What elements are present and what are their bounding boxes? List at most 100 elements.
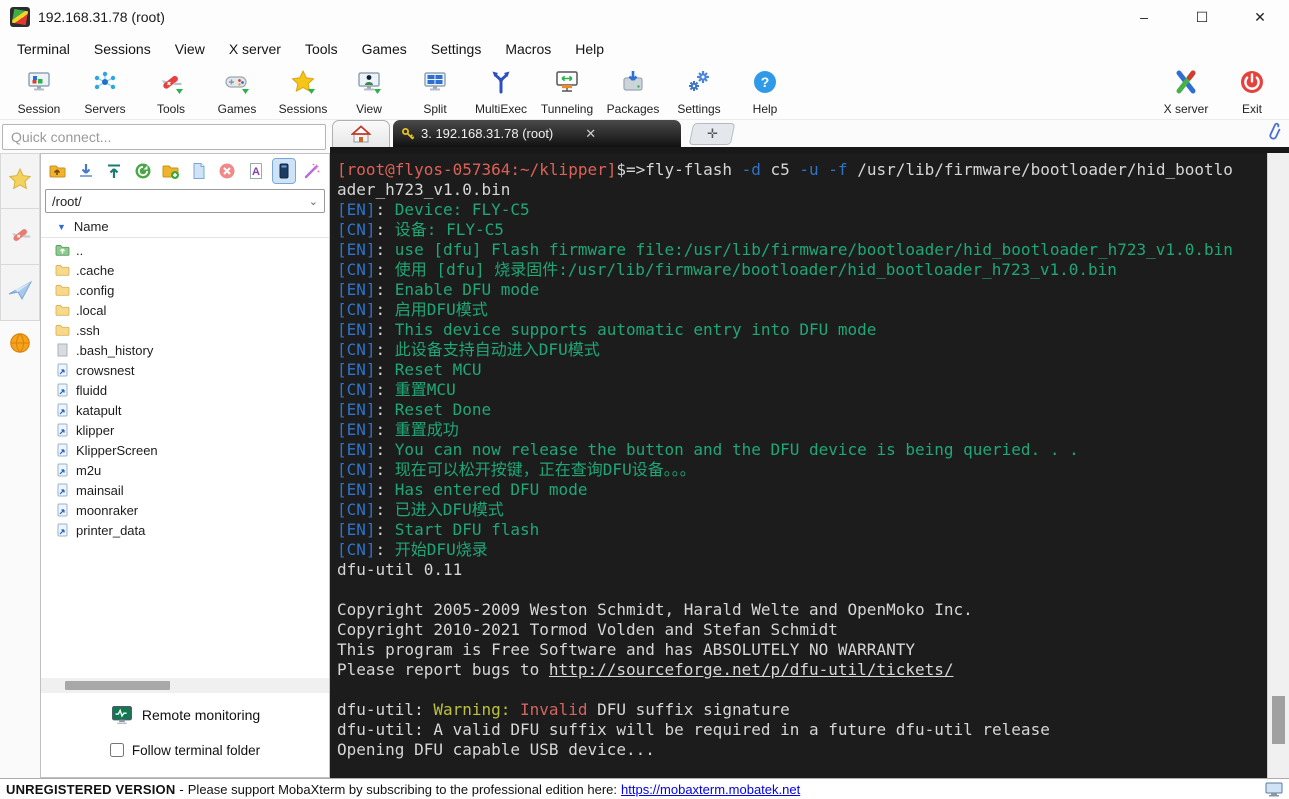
file-row--ssh[interactable]: .ssh <box>41 320 329 340</box>
toolbar-button-tunneling[interactable]: Tunneling <box>534 67 600 116</box>
menu-item-help[interactable]: Help <box>564 37 615 61</box>
toolbar-button-session[interactable]: Session <box>6 67 72 116</box>
new-folder-icon[interactable] <box>160 159 181 183</box>
file-row--bash-history[interactable]: .bash_history <box>41 340 329 360</box>
active-session-tab[interactable]: 3. 192.168.31.78 (root) ✕ <box>393 120 681 147</box>
tunneling-icon <box>554 69 580 100</box>
terminal-line: [EN]: This device supports automatic ent… <box>337 320 1267 340</box>
menu-item-games[interactable]: Games <box>351 37 418 61</box>
toolbar-button-exit[interactable]: Exit <box>1219 67 1285 116</box>
menu-item-terminal[interactable]: Terminal <box>6 37 81 61</box>
toolbar-button-games[interactable]: Games <box>204 67 270 116</box>
hscroll-thumb[interactable] <box>65 681 170 690</box>
menu-item-settings[interactable]: Settings <box>420 37 493 61</box>
mobatek-link[interactable]: https://mobaxterm.mobatek.net <box>621 782 800 797</box>
file-row-katapult[interactable]: katapult <box>41 400 329 420</box>
file-row-crowsnest[interactable]: crowsnest <box>41 360 329 380</box>
file-row--config[interactable]: .config <box>41 280 329 300</box>
file-name: crowsnest <box>76 362 135 378</box>
file-row--local[interactable]: .local <box>41 300 329 320</box>
link-file-icon <box>55 363 70 377</box>
toolbar-button-view[interactable]: View <box>336 67 402 116</box>
new-file-icon[interactable] <box>188 159 209 183</box>
file-row-moonraker[interactable]: moonraker <box>41 500 329 520</box>
terminal-scrollbar[interactable] <box>1267 153 1289 778</box>
toolbar-button-help[interactable]: ? Help <box>732 67 798 116</box>
toolbar-button-tools[interactable]: Tools <box>138 67 204 116</box>
file-name: KlipperScreen <box>76 442 158 458</box>
multiexec-icon <box>488 69 514 100</box>
follow-terminal-label: Follow terminal folder <box>131 742 261 758</box>
window-title: 192.168.31.78 (root) <box>38 9 165 25</box>
terminal-link[interactable]: http://sourceforge.net/p/dfu-util/ticket… <box>549 660 954 679</box>
upload-icon[interactable] <box>104 159 125 183</box>
file-list: .. .cache .config .local .ssh .bash_historycr… <box>41 238 329 678</box>
file-file-icon <box>55 343 70 357</box>
terminal-scroll-thumb[interactable] <box>1272 696 1285 744</box>
strip-tab-plane-tab-icon[interactable] <box>0 265 40 321</box>
terminal-text: [EN] <box>337 200 376 219</box>
menu-item-tools[interactable]: Tools <box>294 37 349 61</box>
strip-tab-star-tab-icon[interactable] <box>0 153 40 209</box>
file-row-printer-data[interactable]: printer_data <box>41 520 329 540</box>
globe-icon <box>8 331 32 360</box>
file-row-klipper[interactable]: klipper <box>41 420 329 440</box>
download-icon[interactable] <box>75 159 96 183</box>
remote-monitoring-icon <box>111 705 132 724</box>
follow-terminal-checkbox[interactable] <box>109 743 124 757</box>
toolbar-button-split[interactable]: Split <box>402 67 468 116</box>
toolbar-button-multiexec[interactable]: MultiExec <box>468 67 534 116</box>
horizontal-scrollbar[interactable] <box>41 678 329 693</box>
attachment-paperclip-icon[interactable] <box>1263 121 1281 143</box>
delete-icon[interactable] <box>217 159 238 183</box>
toolbar-label-tools: Tools <box>156 102 185 116</box>
file-name: .bash_history <box>76 342 154 358</box>
minimize-button[interactable]: – <box>1115 0 1173 34</box>
wand-icon[interactable] <box>302 159 323 183</box>
file-row--[interactable]: .. <box>41 240 329 260</box>
toolbar-button-sessions[interactable]: Sessions <box>270 67 336 116</box>
home-icon <box>351 125 371 143</box>
menu-item-sessions[interactable]: Sessions <box>83 37 162 61</box>
track-folder-icon[interactable] <box>272 158 296 184</box>
up-file-icon <box>55 243 70 257</box>
quick-connect-input[interactable] <box>2 123 326 150</box>
home-tab[interactable] <box>332 120 390 147</box>
go-up-icon[interactable] <box>47 159 68 183</box>
path-combobox[interactable]: /root/ ⌄ <box>45 189 325 213</box>
menu-item-x-server[interactable]: X server <box>218 37 292 61</box>
file-row-m2u[interactable]: m2u <box>41 460 329 480</box>
split-icon <box>422 69 448 100</box>
refresh-icon[interactable] <box>132 159 153 183</box>
toolbar-button-x-server[interactable]: X server <box>1153 67 1219 116</box>
new-tab-button[interactable]: ✛ <box>688 123 736 145</box>
file-row-fluidd[interactable]: fluidd <box>41 380 329 400</box>
toolbar-button-settings[interactable]: Settings <box>666 67 732 116</box>
menu-item-macros[interactable]: Macros <box>494 37 562 61</box>
file-row--cache[interactable]: .cache <box>41 260 329 280</box>
tab-close-icon[interactable]: ✕ <box>585 126 596 142</box>
toolbar-button-packages[interactable]: Packages <box>600 67 666 116</box>
strip-tab-knife-tab-icon[interactable] <box>0 209 40 265</box>
close-button[interactable]: ✕ <box>1231 0 1289 34</box>
remote-monitoring-button[interactable]: Remote monitoring <box>41 697 329 733</box>
games-icon <box>224 69 250 100</box>
terminal-text: Invalid <box>520 700 588 719</box>
exit-icon <box>1239 69 1265 100</box>
maximize-button[interactable]: ☐ <box>1173 0 1231 34</box>
chevron-down-icon[interactable]: ⌄ <box>309 195 318 208</box>
file-row-klipperscreen[interactable]: KlipperScreen <box>41 440 329 460</box>
toolbar-label-split: Split <box>423 102 447 116</box>
terminal-text: [EN] <box>337 320 376 339</box>
terminal-output[interactable]: [root@flyos-057364:~/klipper]$=>fly-flas… <box>330 153 1267 778</box>
terminal-line: [EN]: Reset Done <box>337 400 1267 420</box>
terminal-text: Start DFU flash <box>394 520 540 539</box>
menu-item-view[interactable]: View <box>164 37 216 61</box>
terminal-line: [CN]: 已进入DFU模式 <box>337 500 1267 520</box>
name-column-header[interactable]: ▼ Name <box>41 216 329 238</box>
edit-icon[interactable]: A <box>245 159 266 183</box>
terminal-text: 重置成功 <box>394 420 459 439</box>
file-row-mainsail[interactable]: mainsail <box>41 480 329 500</box>
toolbar-button-servers[interactable]: Servers <box>72 67 138 116</box>
